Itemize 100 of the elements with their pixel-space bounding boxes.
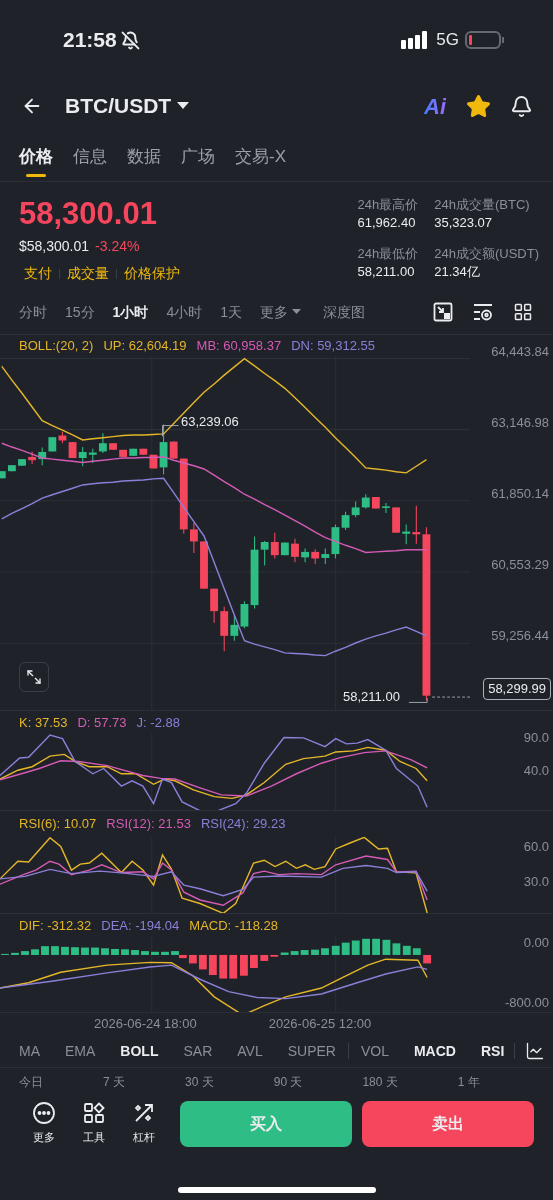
pair-selector[interactable]: BTC/USDT bbox=[65, 90, 190, 122]
range-option[interactable]: 今日 bbox=[19, 1072, 43, 1091]
candlestick bbox=[119, 449, 128, 458]
candlestick bbox=[392, 506, 401, 534]
candlestick bbox=[371, 496, 380, 510]
range-option[interactable]: 30 天 bbox=[185, 1072, 214, 1091]
last-price: 58,300.01 bbox=[19, 196, 158, 232]
histogram-bar bbox=[240, 954, 248, 976]
leader-line bbox=[162, 425, 179, 437]
range-option[interactable]: 7 天 bbox=[103, 1072, 125, 1091]
feature-link[interactable]: 成交量 bbox=[67, 263, 109, 284]
indicator-tab[interactable]: BOLL bbox=[120, 1040, 159, 1062]
interval-tab[interactable]: 1天 bbox=[220, 301, 242, 323]
histogram-bar bbox=[141, 951, 149, 955]
stat-value: 21.34亿 bbox=[434, 263, 481, 281]
tab[interactable]: 信息 bbox=[73, 132, 107, 181]
indicator-tab[interactable]: AVL bbox=[237, 1040, 263, 1062]
price-axis-label: 60,553.29 bbox=[491, 556, 549, 574]
tab[interactable]: 广场 bbox=[181, 132, 215, 181]
price-line bbox=[431, 696, 470, 698]
status-time: 21:58 bbox=[63, 27, 117, 54]
axis-label: 40.0 bbox=[523, 762, 549, 780]
histogram-bar bbox=[111, 948, 119, 955]
range-option[interactable]: 180 天 bbox=[362, 1072, 398, 1091]
candlestick bbox=[38, 447, 47, 466]
interval-tab[interactable]: 深度图 bbox=[322, 301, 365, 323]
stat-value: 58,211.00 bbox=[357, 263, 416, 281]
candlestick bbox=[109, 442, 117, 451]
feature-link[interactable]: 价格保护 bbox=[124, 263, 180, 284]
price-axis-label: 63,146.98 bbox=[491, 414, 549, 432]
stat-label: 24h成交量(BTC) bbox=[434, 196, 531, 214]
histogram-bar bbox=[91, 947, 99, 955]
histogram-bar bbox=[21, 951, 29, 955]
tab[interactable]: 数据 bbox=[127, 132, 161, 181]
range-option[interactable]: 1 年 bbox=[457, 1072, 480, 1091]
time-axis-label: 2026-06-24 18:00 bbox=[94, 1015, 197, 1034]
chart-picture-icon[interactable] bbox=[433, 302, 453, 322]
alerts-button[interactable] bbox=[510, 94, 533, 118]
candlestick bbox=[88, 448, 97, 464]
stat-label: 24h最低价 bbox=[357, 245, 419, 263]
indicator-legend: K: 37.53 bbox=[19, 712, 68, 733]
more-icon bbox=[32, 1101, 56, 1126]
expand-icon bbox=[26, 669, 42, 685]
range-option[interactable]: 90 天 bbox=[273, 1072, 303, 1091]
indicator-tab[interactable]: VOL bbox=[360, 1040, 389, 1062]
indicator-legend: DIF: -312.32 bbox=[19, 915, 92, 936]
histogram-bar bbox=[351, 940, 360, 955]
histogram-bar bbox=[71, 947, 79, 955]
price-axis-label: 59,256.44 bbox=[491, 627, 549, 645]
indicator-tab[interactable]: RSI bbox=[480, 1040, 505, 1062]
axis-label: 0.00 bbox=[523, 934, 549, 952]
candlestick bbox=[98, 432, 107, 454]
interval-tab[interactable]: 更多 bbox=[259, 301, 301, 323]
expand-button[interactable] bbox=[19, 662, 49, 692]
indicator-tab[interactable]: MA bbox=[19, 1040, 40, 1062]
histogram-bar bbox=[229, 954, 238, 979]
histogram-bar bbox=[423, 954, 432, 964]
candlestick bbox=[301, 548, 310, 563]
candlestick bbox=[200, 540, 208, 590]
network-label: 5G bbox=[436, 29, 459, 52]
chart-settings-icon[interactable] bbox=[472, 302, 494, 322]
histogram-bar bbox=[362, 938, 370, 955]
indicator-tab[interactable]: SUPER bbox=[287, 1040, 336, 1062]
grid-icon[interactable] bbox=[513, 302, 533, 322]
histogram-bar bbox=[121, 949, 129, 955]
interval-tab[interactable]: 15分 bbox=[65, 301, 95, 323]
toolbar-button[interactable]: 工具 bbox=[77, 1101, 111, 1146]
indicator-tab[interactable]: MACD bbox=[413, 1040, 456, 1062]
indicator-legend: MACD: -118.28 bbox=[189, 915, 278, 936]
battery-icon bbox=[465, 30, 505, 50]
candlestick bbox=[68, 441, 77, 459]
indicator-legend: DN: 59,312.55 bbox=[291, 335, 375, 356]
indicator-tab[interactable]: EMA bbox=[65, 1040, 96, 1062]
interval-tab[interactable]: 分时 bbox=[19, 301, 47, 323]
interval-tab[interactable]: 1小时 bbox=[112, 301, 149, 323]
favorite-star-icon[interactable] bbox=[466, 93, 491, 119]
stat-value: 61,962.40 bbox=[357, 214, 417, 232]
toolbar-button[interactable]: 更多 bbox=[27, 1101, 61, 1146]
indicator-legend: MB: 60,958.37 bbox=[196, 335, 282, 356]
toolbar-button[interactable]: 杠杆 bbox=[127, 1101, 161, 1146]
tab[interactable]: 交易-X bbox=[235, 132, 286, 181]
histogram-bar bbox=[61, 946, 69, 955]
indicator-legend: UP: 62,604.19 bbox=[103, 335, 187, 356]
candlestick bbox=[291, 538, 299, 563]
leader-line bbox=[408, 697, 428, 703]
indicator-legend: D: 57.73 bbox=[77, 712, 127, 733]
interval-tab[interactable]: 4小时 bbox=[166, 301, 203, 323]
axis-label: -800.00 bbox=[504, 994, 549, 1012]
caret-icon bbox=[177, 102, 190, 110]
indicator-tab[interactable]: SAR bbox=[183, 1040, 213, 1062]
candlestick bbox=[28, 450, 37, 465]
tab[interactable]: 价格 bbox=[19, 132, 53, 181]
candlestick bbox=[18, 458, 26, 467]
line-chart-icon[interactable] bbox=[525, 1041, 546, 1061]
feature-link[interactable]: 支付 bbox=[24, 263, 52, 284]
axis-label: 90.0 bbox=[523, 729, 549, 747]
stat-label: 24h最高价 bbox=[357, 196, 419, 214]
sell-button[interactable]: 卖出 bbox=[362, 1100, 534, 1147]
axis-label: 30.0 bbox=[523, 873, 549, 891]
candlestick bbox=[78, 446, 87, 467]
